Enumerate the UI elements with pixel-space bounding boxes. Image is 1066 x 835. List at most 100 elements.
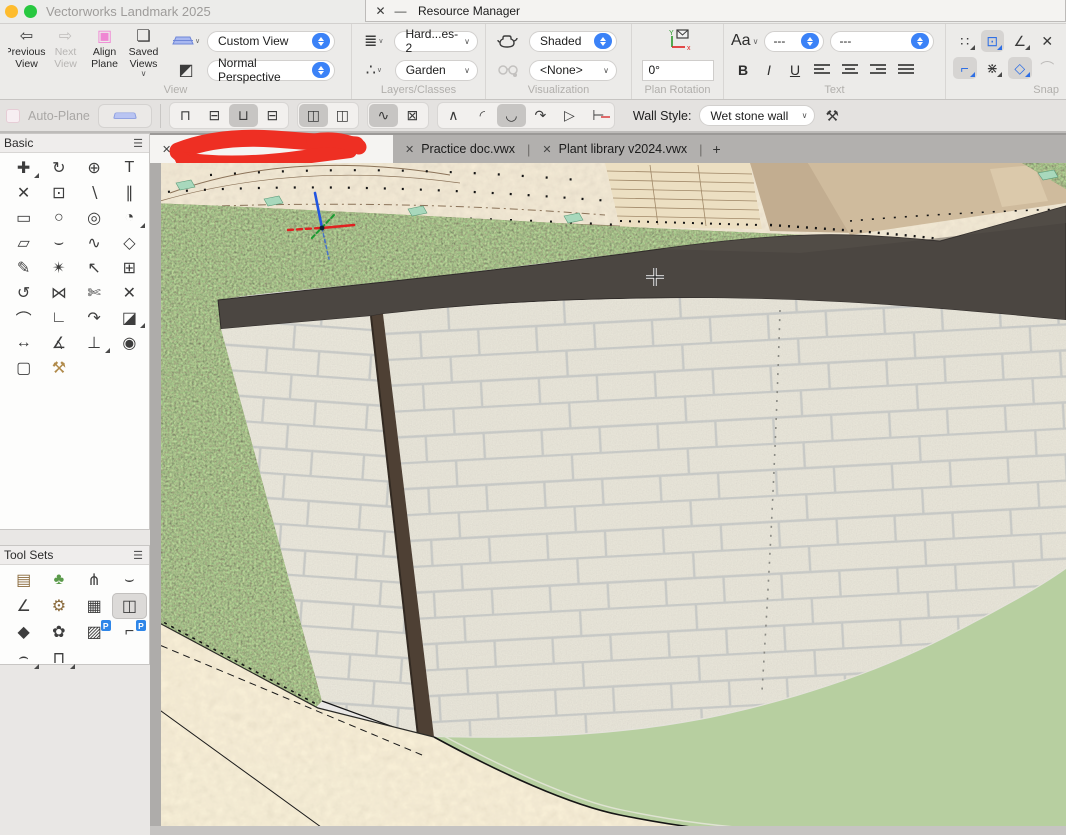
align-center-button[interactable]	[837, 59, 863, 81]
tool-preferences-icon[interactable]: ⚒	[825, 107, 838, 125]
object-snap-button[interactable]: ⊡	[981, 30, 1005, 52]
tool-sets-palette-header[interactable]: Tool Sets ☰	[0, 546, 149, 565]
resource-manager-minimize-icon[interactable]: —	[394, 4, 407, 18]
bezier-vertex-mode[interactable]: ↷	[526, 104, 555, 127]
minimize-traffic-light[interactable]	[5, 5, 18, 18]
attribute-mapping-tool[interactable]: ⚒	[41, 355, 76, 380]
view-dropdown[interactable]: Custom View	[207, 31, 335, 52]
new-tab-button[interactable]: +	[703, 141, 731, 157]
clip-tool[interactable]: ⊞	[112, 255, 147, 280]
arc-tool[interactable]: ◔	[112, 205, 147, 230]
extend-tool[interactable]: ↷	[77, 305, 112, 330]
point-on-arc-mode[interactable]: ▷	[555, 104, 584, 127]
rounded-rectangle-tool[interactable]: ▭	[6, 205, 41, 230]
render-mode-dropdown[interactable]: Shaded	[529, 31, 617, 52]
align-left-button[interactable]	[809, 59, 835, 81]
font-style-dropdown[interactable]: ---	[830, 31, 934, 52]
justify-button[interactable]	[893, 59, 919, 81]
oval-tool[interactable]: ◎	[77, 205, 112, 230]
layer-dropdown[interactable]: Hard...es-2 ∨	[394, 31, 478, 52]
move-by-points-tool[interactable]: ⊥	[77, 330, 112, 355]
landscape-area-tool[interactable]: ♣	[41, 567, 76, 593]
rectangle-creation-mode[interactable]: ⊠	[398, 104, 427, 127]
smart-edge-snap-button[interactable]: ◇	[1008, 57, 1032, 79]
tab-plant-library[interactable]: ✕ Plant library v2024.vwx	[530, 135, 699, 163]
wall-tool[interactable]: ◫	[112, 593, 147, 619]
grid-snap-button[interactable]: ∷	[953, 30, 977, 52]
render-teapot-icon[interactable]	[493, 34, 523, 49]
polygon-tool[interactable]: ▱	[6, 230, 41, 255]
tape-measure-tool[interactable]: ◉	[112, 330, 147, 355]
hardscape-slab-tool[interactable]: ▨P	[77, 619, 112, 645]
curved-ramp-tool[interactable]: ⌢	[6, 645, 41, 671]
split-tool[interactable]: ✄	[77, 280, 112, 305]
wall-cap-mode-a[interactable]: ◫	[299, 104, 328, 127]
freehand-tool[interactable]: ∿	[77, 230, 112, 255]
no-snap-button[interactable]: ✕	[1036, 30, 1060, 52]
classes-icon[interactable]: ∴∨	[359, 60, 389, 80]
basic-palette-header[interactable]: Basic ☰	[0, 134, 149, 153]
text-format-icon[interactable]: Aa∨	[731, 32, 758, 50]
pipe-tool[interactable]: ⌐P	[112, 619, 147, 645]
intersection-snap-button[interactable]: ⋇	[981, 57, 1005, 79]
angular-dimension-tool[interactable]: ∡	[41, 330, 76, 355]
chamfer-tool[interactable]: ∟	[41, 305, 76, 330]
render-cube-icon[interactable]: ◩	[171, 60, 201, 80]
palette-menu-icon[interactable]: ☰	[133, 549, 143, 562]
align-right-button[interactable]	[865, 59, 891, 81]
layers-icon[interactable]: ≣∨	[359, 31, 388, 51]
wall-custom-control-mode[interactable]: ⊟	[258, 104, 287, 127]
wand-tool[interactable]: ✴	[41, 255, 76, 280]
tab-close-icon[interactable]: ✕	[405, 143, 414, 156]
corner-vertex-mode[interactable]: ∧	[439, 104, 468, 127]
fence-tool[interactable]: ▦	[77, 593, 112, 619]
grade-tool[interactable]: ∠	[6, 593, 41, 619]
angle-snap-button[interactable]: ∠	[1008, 30, 1032, 52]
hardscape-tool[interactable]: ▤	[6, 567, 41, 593]
existing-tree-tool[interactable]: ⋔	[77, 567, 112, 593]
wall-cap-mode-b[interactable]: ◫	[328, 104, 357, 127]
saved-views-button[interactable]: ❏ Saved Views ∨	[124, 28, 163, 79]
dimension-tool[interactable]: ↔	[6, 330, 41, 355]
italic-button[interactable]: I	[757, 59, 781, 81]
bold-button[interactable]: B	[731, 59, 755, 81]
auto-plane-checkbox[interactable]	[6, 109, 20, 123]
flyover-tool[interactable]: ↻	[41, 155, 76, 180]
underline-button[interactable]: U	[783, 59, 807, 81]
background-render-dropdown[interactable]: <None> ∨	[529, 60, 617, 81]
line-tool[interactable]: ∖	[77, 180, 112, 205]
pan-tool[interactable]: ✚	[6, 155, 41, 180]
site-modifier-tool[interactable]: ⌣	[112, 567, 147, 593]
site-furniture-tool[interactable]: ⊓	[41, 645, 76, 671]
tab-practice-doc[interactable]: ✕ Practice doc.vwx	[393, 135, 527, 163]
eyedropper-tool[interactable]: ✎	[6, 255, 41, 280]
palette-menu-icon[interactable]: ☰	[133, 137, 143, 150]
wall-style-dropdown[interactable]: Wet stone wall ∨	[699, 105, 815, 126]
wall-center-control-mode[interactable]: ⊟	[200, 104, 229, 127]
polyline-creation-mode[interactable]: ∿	[369, 104, 398, 127]
resource-manager-titlebar[interactable]: ✕ — Resource Manager	[365, 0, 1066, 22]
class-dropdown[interactable]: Garden ∨	[395, 60, 478, 81]
zoom-tool[interactable]: ⊕	[77, 155, 112, 180]
auto-plane-mode-button[interactable]	[98, 104, 152, 128]
tangent-snap-button[interactable]: ⌒	[1036, 57, 1060, 79]
selection-marquee-tool[interactable]: ▢	[6, 355, 41, 380]
site-model-tool[interactable]: ⚙	[41, 593, 76, 619]
wall-left-control-mode[interactable]: ⊓	[171, 104, 200, 127]
tab-close-icon[interactable]: ✕	[162, 143, 171, 156]
polyline-tool[interactable]: ⌣	[41, 230, 76, 255]
tab-active-document[interactable]: ✕ wx	[150, 135, 393, 163]
double-line-tool[interactable]: ∥	[112, 180, 147, 205]
previous-view-button[interactable]: ⇦ Previous View	[7, 28, 46, 79]
resource-manager-close-icon[interactable]: ✕	[374, 4, 387, 18]
circle-tool[interactable]: ○	[41, 205, 76, 230]
smart-point-snap-button[interactable]: ⌐	[953, 57, 977, 79]
select-similar-tool[interactable]: ↖	[77, 255, 112, 280]
trim-tool[interactable]: ✕	[112, 280, 147, 305]
regular-polygon-tool[interactable]: ◇	[112, 230, 147, 255]
projection-dropdown[interactable]: Normal Perspective	[207, 60, 335, 81]
fillet-tool[interactable]: ⌒	[6, 305, 41, 330]
boulder-tool[interactable]: ◆	[6, 619, 41, 645]
font-dropdown[interactable]: ---	[764, 31, 824, 52]
drawing-view[interactable]	[150, 163, 1066, 835]
